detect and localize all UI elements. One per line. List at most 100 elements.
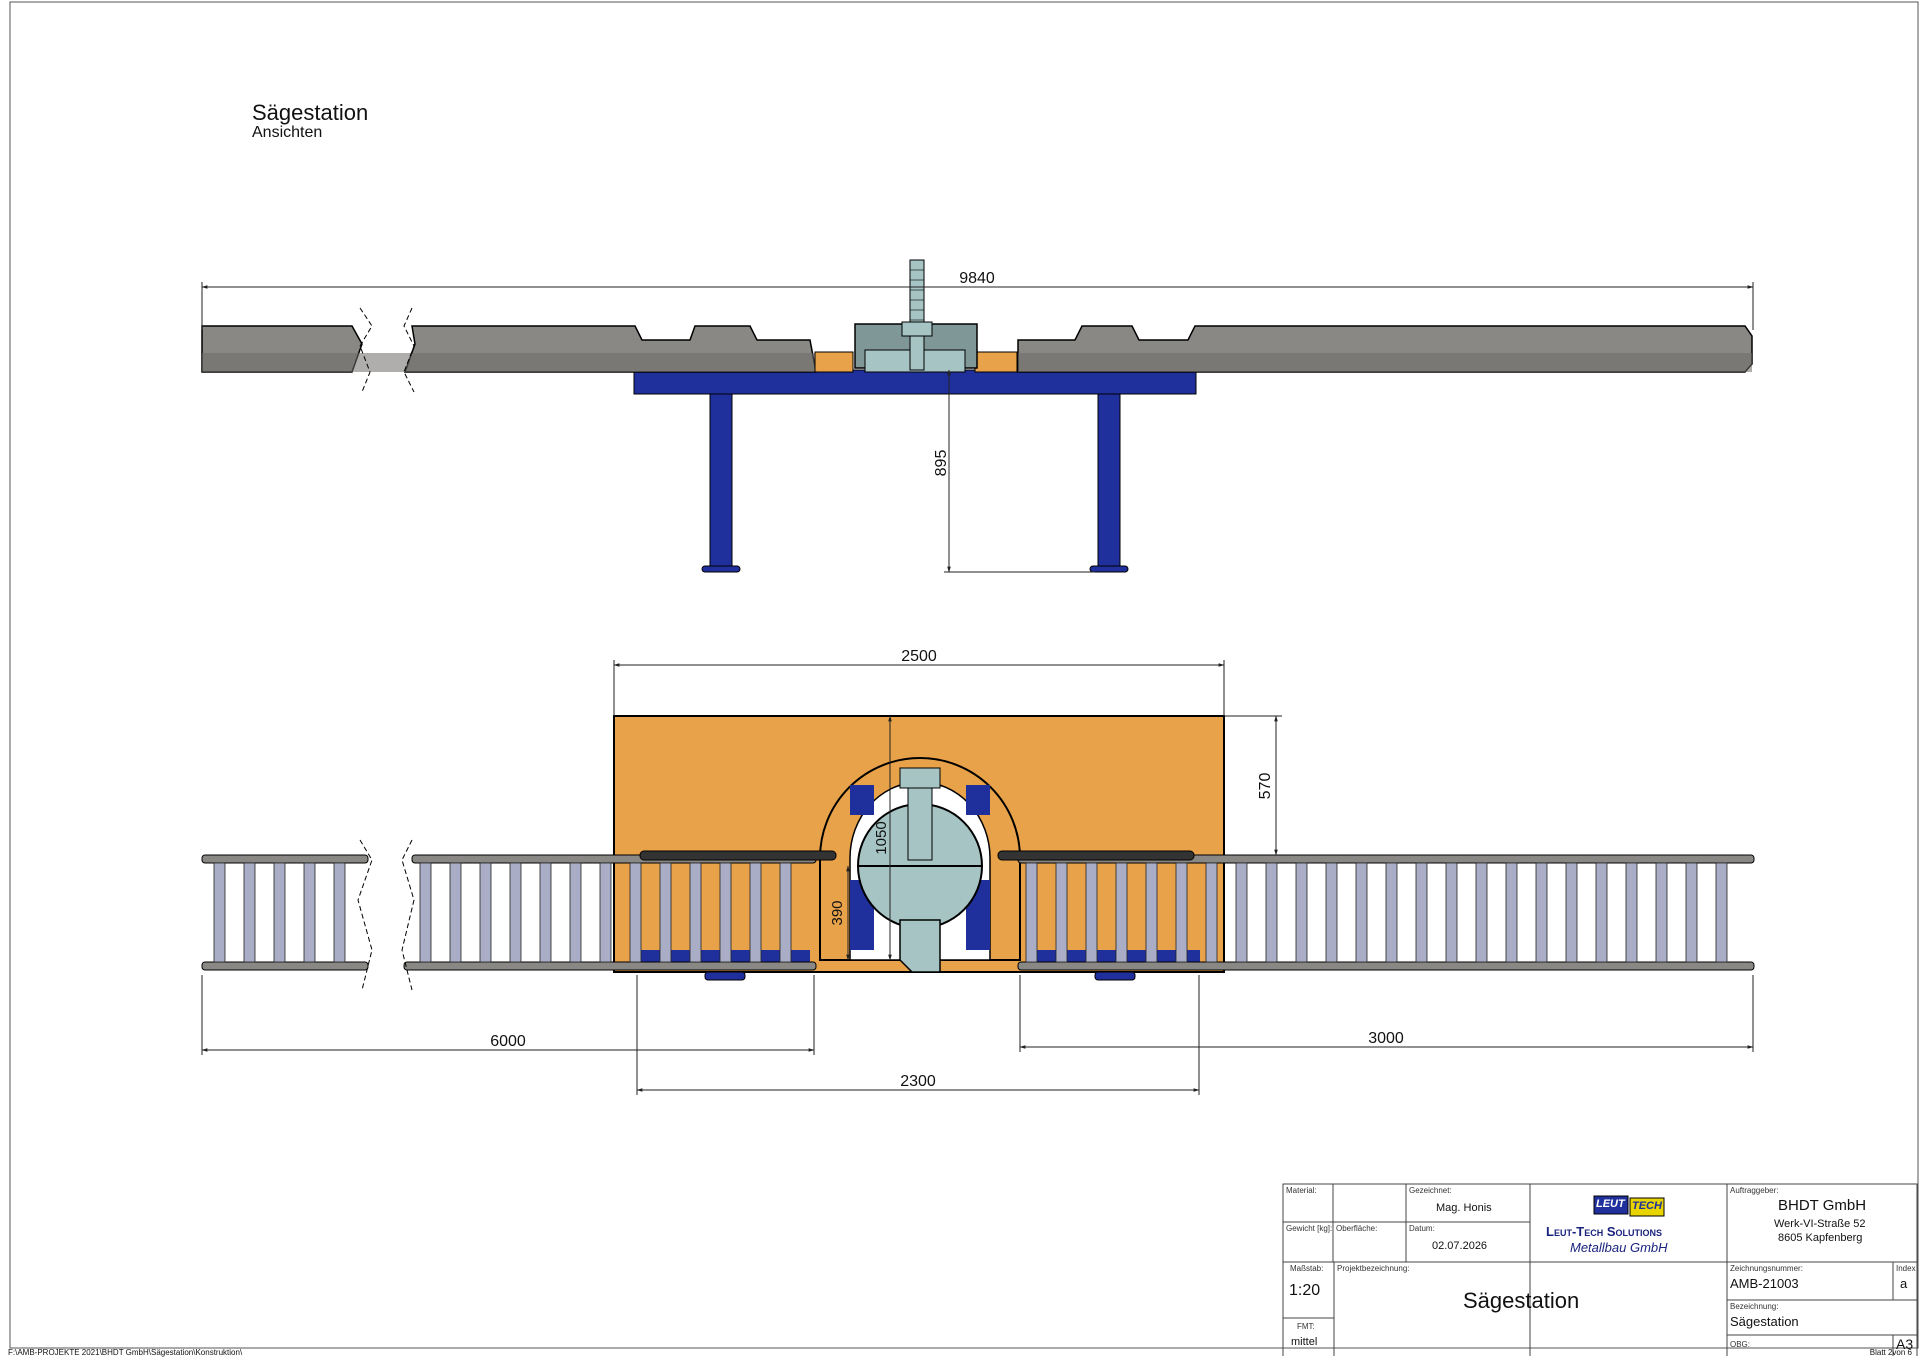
- conveyor-roller: [1685, 862, 1698, 963]
- side-wood-left: [814, 351, 854, 373]
- saw-spindle: [909, 259, 925, 371]
- logo-text-right: TECH: [1632, 1200, 1662, 1212]
- conveyor-roller: [1085, 862, 1098, 963]
- conveyor-roller: [659, 862, 672, 963]
- dim-table-depth: 570: [1257, 773, 1274, 800]
- frame-foot-left: [704, 971, 746, 981]
- designation-value: Sägestation: [1730, 1314, 1799, 1329]
- conveyor-roller: [1445, 862, 1458, 963]
- conveyor-roller: [1205, 862, 1218, 963]
- conveyor-roller: [779, 862, 792, 963]
- bar-strip-right: [1018, 353, 1752, 372]
- conveyor-roller: [479, 862, 492, 963]
- conveyor-roller: [333, 862, 346, 963]
- dim-right-conveyor: 3000: [1368, 1030, 1404, 1047]
- leg-left: [709, 392, 733, 569]
- scale-value: 1:20: [1289, 1282, 1321, 1299]
- drawn-value: Mag. Honis: [1436, 1202, 1492, 1214]
- weight-label: Gewicht [kg]:: [1286, 1224, 1333, 1233]
- conveyor-roller: [749, 862, 762, 963]
- material-label: Material:: [1286, 1186, 1317, 1195]
- conveyor-roller: [1565, 862, 1578, 963]
- conveyor-roller: [569, 862, 582, 963]
- conveyor-roller: [1025, 862, 1038, 963]
- client-label: Auftraggeber:: [1730, 1186, 1779, 1195]
- arch-block-right: [966, 785, 990, 815]
- dim-table-width: 2500: [901, 648, 937, 665]
- client-city: 8605 Kapfenberg: [1778, 1232, 1863, 1244]
- plate-left: [639, 850, 837, 861]
- scale-label: Maßstab:: [1290, 1264, 1324, 1273]
- conveyor-roller: [449, 862, 462, 963]
- conveyor-roller: [599, 862, 612, 963]
- company-line-1: Leut-Tech Solutions: [1546, 1224, 1662, 1239]
- saw-spindle-cap: [899, 767, 941, 789]
- conveyor-roller: [1625, 862, 1638, 963]
- crossbeam: [633, 369, 1197, 395]
- conveyor-roller: [1535, 862, 1548, 963]
- saw-clamp: [901, 321, 933, 337]
- index-value: a: [1900, 1276, 1908, 1291]
- conveyor-roller: [1415, 862, 1428, 963]
- company-line-2: Metallbau GmbH: [1570, 1240, 1668, 1255]
- frame-foot-right: [1094, 971, 1136, 981]
- conveyor-roller: [273, 862, 286, 963]
- plate-right: [997, 850, 1195, 861]
- conveyor-roller: [1655, 862, 1668, 963]
- conveyor-roller: [719, 862, 732, 963]
- conveyor-roller: [1145, 862, 1158, 963]
- saw-arm: [899, 919, 941, 973]
- drawing-sheet: 9840 895 2500 570 1050 390 6000 3000 230…: [0, 0, 1920, 1358]
- sheet-border: [9, 1, 1919, 1349]
- dim-overall-length: 9840: [959, 270, 995, 287]
- foot-right: [1089, 565, 1129, 573]
- index-label: Index: [1896, 1264, 1916, 1273]
- dim-saw-diameter: 1050: [873, 821, 890, 854]
- conveyor-roller: [1175, 862, 1188, 963]
- conveyor-roller: [539, 862, 552, 963]
- conveyor-roller: [213, 862, 226, 963]
- conveyor-roller: [243, 862, 256, 963]
- fmt-label: FMT:: [1297, 1322, 1315, 1331]
- conveyor-roller: [509, 862, 522, 963]
- conveyor-roller: [419, 862, 432, 963]
- conveyor-roller: [1355, 862, 1368, 963]
- dim-frame-width: 2300: [900, 1073, 936, 1090]
- date-label: Datum:: [1409, 1224, 1435, 1233]
- conveyor-roller: [1295, 862, 1308, 963]
- rail-left-top-a: [201, 854, 369, 864]
- conveyor-roller: [1385, 862, 1398, 963]
- surface-label: Oberfläche:: [1336, 1224, 1378, 1233]
- conveyor-roller: [1595, 862, 1608, 963]
- client-name: BHDT GmbH: [1778, 1197, 1867, 1214]
- client-street: Werk-VI-Straße 52: [1774, 1218, 1866, 1230]
- conveyor-roller: [1475, 862, 1488, 963]
- conveyor-roller: [1115, 862, 1128, 963]
- dim-left-conveyor: 6000: [490, 1033, 526, 1050]
- conveyor-roller: [1715, 862, 1728, 963]
- project-value: Sägestation: [1463, 1288, 1580, 1313]
- leg-right: [1097, 392, 1121, 569]
- side-view: 9840 895: [201, 259, 1754, 573]
- conveyor-roller: [689, 862, 702, 963]
- conveyor-roller: [1265, 862, 1278, 963]
- date-value: 02.07.2026: [1432, 1240, 1488, 1252]
- conveyor-roller: [303, 862, 316, 963]
- rail-left-bottom-b: [403, 961, 817, 971]
- drawing-no-value: AMB-21003: [1730, 1276, 1799, 1291]
- project-label: Projektbezeichnung:: [1337, 1264, 1410, 1273]
- rail-left-bottom-a: [201, 961, 369, 971]
- drawn-label: Gezeichnet:: [1409, 1186, 1452, 1195]
- foot-left: [701, 565, 741, 573]
- dim-saw-offset: 390: [829, 900, 846, 925]
- conveyor-roller: [1505, 862, 1518, 963]
- drawing-no-label: Zeichnungsnummer:: [1730, 1264, 1803, 1273]
- dim-height: 895: [933, 450, 950, 477]
- drawing-subtitle: Ansichten: [252, 124, 323, 141]
- break-line-1: [359, 307, 373, 393]
- drawing-title: Sägestation: [252, 100, 369, 125]
- fmt-value: mittel: [1291, 1336, 1318, 1348]
- top-view: 2500 570 1050 390 6000 3000 2300: [201, 648, 1755, 1095]
- designation-label: Bezeichnung:: [1730, 1302, 1779, 1311]
- rail-right-bottom: [1017, 961, 1755, 971]
